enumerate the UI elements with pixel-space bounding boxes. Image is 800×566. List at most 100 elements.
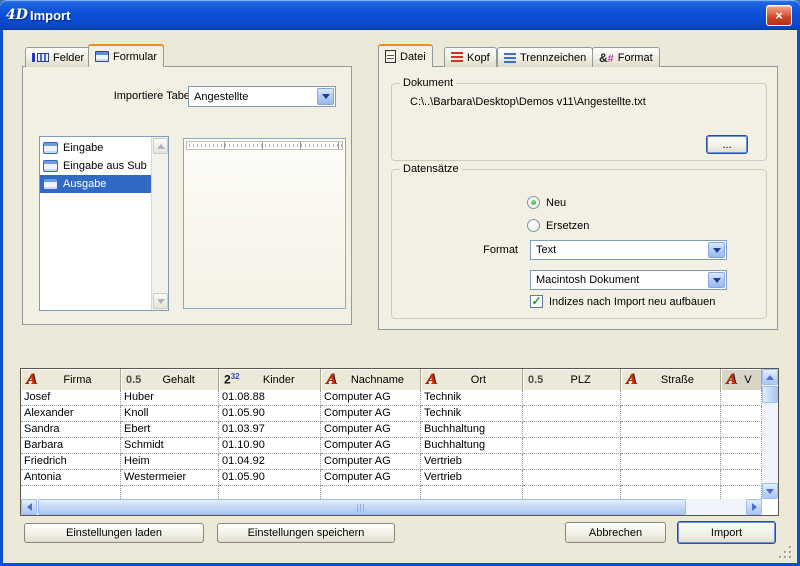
chevron-down-icon[interactable] [317,88,334,105]
tab-kopf[interactable]: Kopf [444,47,497,67]
scroll-down-button[interactable] [762,483,778,499]
rebuild-indexes-checkbox[interactable]: ✓ [530,295,543,308]
table-row: Alexander Knoll 01.05.90 Computer AG Tec… [21,406,762,422]
format-symbols-icon: &# [599,51,614,65]
import-button[interactable]: Import [677,521,776,544]
table-cell: 01.10.90 [219,438,321,454]
column-header-ort[interactable]: A Ort [421,369,523,390]
real-type-icon: 0.5 [126,374,141,386]
table-cell: Buchhaltung [421,422,523,438]
table-cell [721,454,762,470]
horizontal-scroll-thumb[interactable] [38,499,686,515]
table-cell [721,438,762,454]
arrow-up-icon [766,371,774,380]
column-label: Ort [437,374,520,386]
scroll-up-button[interactable] [153,138,168,154]
table-empty-space [21,486,762,499]
table-cell [621,406,721,422]
radio-replace-label: Ersetzen [546,220,589,232]
column-label: Straße [637,374,718,386]
table-row: Sandra Ebert 01.03.97 Computer AG Buchha… [21,422,762,438]
column-header-kinder[interactable]: 232 Kinder [219,369,321,390]
chevron-down-icon[interactable] [708,242,725,258]
radio-replace[interactable] [527,219,540,232]
column-header-plz[interactable]: 0.5 PLZ [523,369,621,390]
radio-new[interactable] [527,196,540,209]
import-table-select[interactable]: Angestellte [188,86,336,107]
vertical-scroll-thumb[interactable] [762,386,778,403]
resize-grip[interactable] [779,546,792,559]
chevron-down-icon[interactable] [708,272,725,288]
datei-tab-page: Dokument C:\..\Barbara\Desktop\Demos v11… [378,66,778,330]
tab-label: Trennzeichen [520,52,586,64]
save-settings-button[interactable]: Einstellungen speichern [217,523,395,543]
table-cell [621,422,721,438]
column-label: Kinder [240,374,318,386]
tab-datei[interactable]: Datei [378,44,433,67]
encoding-select[interactable]: Macintosh Dokument [530,270,727,290]
arrow-up-icon [157,140,165,149]
arrow-right-icon [752,503,761,511]
document-group-label: Dokument [400,77,456,89]
records-group: Datensätze Neu Ersetzen Format Text Maci… [391,169,767,319]
scroll-right-button[interactable] [746,499,762,515]
close-button[interactable]: × [766,5,792,26]
table-horizontal-scrollbar[interactable] [21,499,762,515]
scroll-down-button[interactable] [153,293,168,309]
table-cell [621,470,721,486]
import-table-label: Importiere Tabelle: [44,90,204,102]
table-cell [621,438,721,454]
table-cell: Computer AG [321,438,421,454]
table-cell: Heim [121,454,219,470]
table-cell: Computer AG [321,422,421,438]
column-header-nachname[interactable]: A Nachname [321,369,421,390]
column-header-firma[interactable]: A Firma [21,369,121,390]
import-table-value: Angestellte [189,91,316,103]
alpha-type-icon: A [426,373,437,387]
column-header-v-clipped[interactable]: A V [721,369,762,390]
column-label: Nachname [337,374,418,386]
arrow-down-icon [157,299,165,308]
column-label: Firma [37,374,118,386]
form-preview-header [186,141,343,150]
format-value: Text [531,244,707,256]
table-row: Barbara Schmidt 01.10.90 Computer AG Buc… [21,438,762,454]
tab-trennzeichen[interactable]: Trennzeichen [497,47,593,67]
table-cell: Westermeier [121,470,219,486]
rebuild-indexes-label: Indizes nach Import neu aufbauen [549,296,715,308]
title-bar[interactable]: 4D Import × [0,0,800,30]
column-header-strasse[interactable]: A Straße [621,369,721,390]
alpha-type-icon: A [726,373,737,387]
document-path: C:\..\Barbara\Desktop\Demos v11\Angestel… [410,96,646,108]
scroll-left-button[interactable] [21,499,37,515]
form-list[interactable]: Eingabe Eingabe aus Sub Ausgabe [39,136,169,311]
table-cell [721,406,762,422]
tab-formular[interactable]: Formular [88,44,164,67]
format-select[interactable]: Text [530,240,727,260]
table-cell [721,422,762,438]
column-header-gehalt[interactable]: 0.5 Gehalt [121,369,219,390]
real-type-icon: 0.5 [528,374,543,386]
list-item-eingabe[interactable]: Eingabe [40,139,152,157]
tab-format[interactable]: &# Format [592,47,660,67]
table-cell [721,470,762,486]
list-item-eingabe-aus-sub[interactable]: Eingabe aus Sub [40,157,152,175]
table-cell: Antonia [21,470,121,486]
load-settings-button[interactable]: Einstellungen laden [24,523,204,543]
browse-button[interactable]: ... [706,135,748,154]
tab-label: Kopf [467,52,490,64]
table-vertical-scrollbar[interactable] [762,369,778,499]
tab-felder[interactable]: Felder [25,47,91,67]
table-cell: 01.03.97 [219,422,321,438]
radio-new-label: Neu [546,197,566,209]
list-item-ausgabe-selected[interactable]: Ausgabe [40,175,152,193]
tab-label: Format [618,52,653,64]
dialog-body: Felder Formular Importiere Tabelle: Ange… [3,30,797,563]
scroll-up-button[interactable] [762,369,778,385]
table-cell: Knoll [121,406,219,422]
column-label: V [737,374,759,386]
alpha-type-icon: A [26,373,37,387]
list-vertical-scrollbar[interactable] [151,137,168,310]
cancel-button[interactable]: Abbrechen [565,522,666,543]
list-item-label: Eingabe [63,142,103,154]
